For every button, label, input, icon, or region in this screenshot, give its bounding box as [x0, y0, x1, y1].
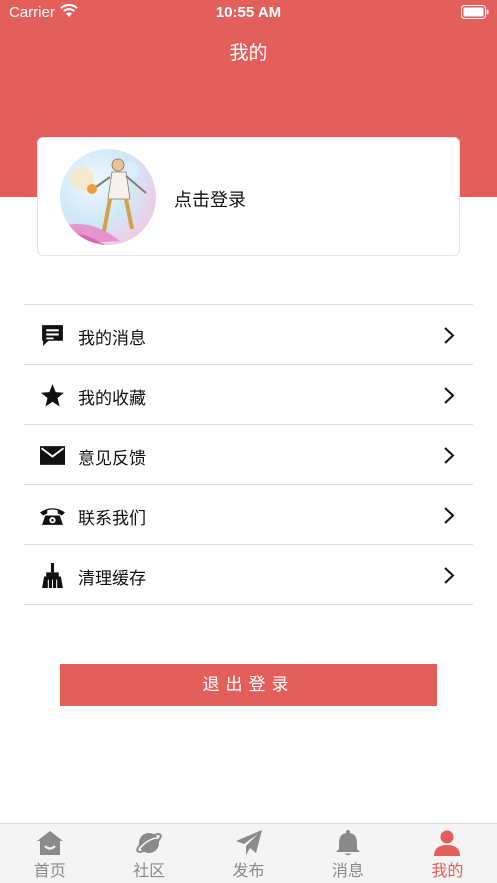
- bell-icon: [335, 830, 360, 856]
- tab-community[interactable]: 社区: [99, 824, 198, 883]
- menu-list: 我的消息 我的收藏 意见反馈 联系我们 清理缓存: [24, 304, 473, 605]
- menu-item-clear-cache[interactable]: 清理缓存: [24, 545, 473, 605]
- phone-icon: [40, 508, 65, 525]
- mail-icon: [40, 446, 65, 465]
- planet-icon: [136, 833, 162, 853]
- login-prompt[interactable]: 点击登录: [174, 186, 246, 212]
- menu-item-label: 我的收藏: [78, 389, 146, 409]
- chevron-right-icon: [444, 387, 455, 404]
- tab-label: 我的: [431, 861, 464, 880]
- chevron-right-icon: [444, 327, 455, 344]
- menu-item-contact[interactable]: 联系我们: [24, 485, 473, 545]
- logout-button[interactable]: 退出登录: [60, 664, 437, 706]
- paper-plane-icon: [235, 830, 262, 855]
- status-time: 10:55 AM: [215, 4, 282, 21]
- tab-home[interactable]: 首页: [0, 824, 99, 883]
- broom-icon: [42, 563, 63, 588]
- tab-publish[interactable]: 发布: [199, 824, 298, 883]
- star-icon: [41, 384, 64, 407]
- menu-item-label: 意见反馈: [78, 449, 146, 469]
- tab-label: 发布: [232, 861, 265, 880]
- avatar-image: [60, 149, 156, 245]
- tab-mine[interactable]: 我的: [398, 824, 497, 883]
- menu-item-label: 联系我们: [78, 509, 146, 529]
- menu-item-messages[interactable]: 我的消息: [24, 305, 473, 365]
- menu-item-label: 我的消息: [78, 329, 146, 349]
- tab-label: 消息: [331, 861, 364, 880]
- message-icon: [42, 325, 63, 346]
- profile-card[interactable]: 点击登录: [37, 137, 460, 256]
- menu-item-favorites[interactable]: 我的收藏: [24, 365, 473, 425]
- avatar[interactable]: [60, 149, 156, 245]
- tab-messages[interactable]: 消息: [298, 824, 397, 883]
- page-title: 我的: [229, 42, 268, 64]
- tab-bar: 首页 社区 发布 消息 我的: [0, 823, 497, 883]
- user-icon: [434, 830, 461, 856]
- chevron-right-icon: [444, 447, 455, 464]
- chevron-right-icon: [444, 567, 455, 584]
- battery-icon: [461, 5, 489, 19]
- menu-item-feedback[interactable]: 意见反馈: [24, 425, 473, 485]
- menu-item-label: 清理缓存: [78, 569, 146, 589]
- home-icon: [36, 831, 63, 855]
- chevron-right-icon: [444, 507, 455, 524]
- tab-label: 社区: [133, 861, 166, 880]
- status-bar: Carrier 10:55 AM: [0, 0, 497, 26]
- tab-label: 首页: [33, 861, 66, 880]
